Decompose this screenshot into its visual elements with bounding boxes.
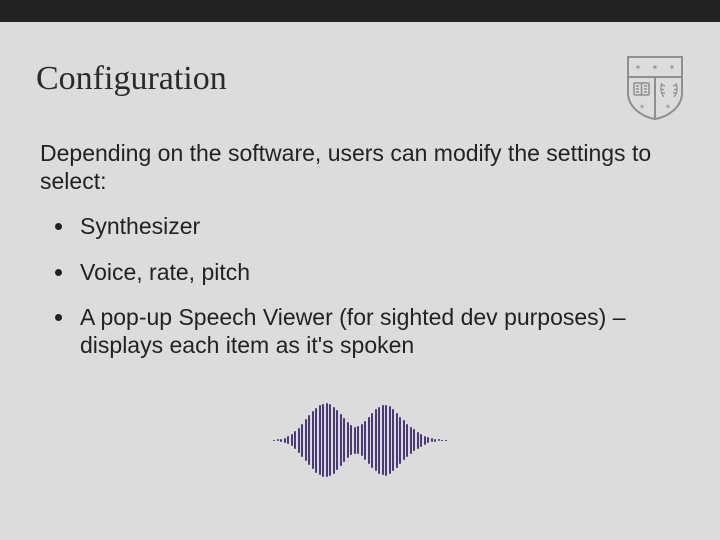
svg-text:✶: ✶ xyxy=(639,103,645,111)
svg-text:✶: ✶ xyxy=(652,63,659,72)
waveform-bar xyxy=(312,411,314,469)
waveform-bar xyxy=(410,427,412,454)
slide-title: Configuration xyxy=(36,60,227,98)
waveform-bar xyxy=(294,431,296,449)
waveform-bar xyxy=(427,437,429,443)
bullet-item: Synthesizer xyxy=(76,213,660,241)
waveform-bar xyxy=(364,421,366,460)
waveform-bar xyxy=(333,407,335,474)
waveform-bar xyxy=(368,417,370,464)
waveform-bar xyxy=(424,436,426,445)
top-accent-bar xyxy=(0,0,720,22)
waveform-bar xyxy=(354,427,356,454)
waveform-bar xyxy=(329,404,331,476)
waveform-bar xyxy=(438,439,440,441)
waveform-bar xyxy=(441,440,443,441)
waveform-bar xyxy=(315,408,317,473)
waveform-icon xyxy=(273,400,447,480)
waveform-bar xyxy=(417,432,419,449)
svg-text:✶: ✶ xyxy=(635,63,642,72)
shield-logo-icon: ✶ ✶ ✶ ✶ ✶ xyxy=(626,55,684,121)
waveform-bar xyxy=(319,405,321,475)
waveform-bar xyxy=(357,426,359,454)
waveform-bar xyxy=(382,405,384,475)
waveform-bar xyxy=(389,406,391,474)
waveform-bar xyxy=(420,434,422,447)
waveform-bar xyxy=(291,434,293,446)
waveform-bar xyxy=(403,420,405,460)
svg-text:✶: ✶ xyxy=(665,103,671,111)
svg-text:✶: ✶ xyxy=(669,63,676,72)
waveform-bar xyxy=(322,404,324,477)
waveform-bar xyxy=(350,425,352,455)
waveform-bar xyxy=(392,409,394,471)
waveform-bar xyxy=(399,417,401,464)
waveform-bar xyxy=(343,418,345,462)
slide: Configuration ✶ ✶ ✶ xyxy=(0,0,720,540)
waveform-bar xyxy=(277,439,279,441)
waveform-bar xyxy=(340,414,342,466)
waveform-bar xyxy=(287,436,289,444)
waveform-bar xyxy=(308,415,310,465)
waveform-bar xyxy=(273,440,275,441)
waveform-bar xyxy=(385,405,387,476)
bullet-item: Voice, rate, pitch xyxy=(76,259,660,287)
waveform-bar xyxy=(434,439,436,442)
waveform-bar xyxy=(361,424,363,456)
waveform-bar xyxy=(301,424,303,457)
waveform-bar xyxy=(284,438,286,443)
waveform-bar xyxy=(347,422,349,458)
waveform-bar xyxy=(371,413,373,468)
intro-text: Depending on the software, users can mod… xyxy=(40,140,660,195)
bullet-item: A pop-up Speech Viewer (for sighted dev … xyxy=(76,304,660,359)
slide-body: Depending on the software, users can mod… xyxy=(40,140,660,378)
waveform-bar xyxy=(298,428,300,453)
waveform-bar xyxy=(378,407,380,474)
waveform-bar xyxy=(396,413,398,468)
waveform-bar xyxy=(375,409,377,471)
waveform-bar xyxy=(431,438,433,442)
waveform-bar xyxy=(445,440,447,441)
waveform-bar xyxy=(413,429,415,451)
waveform-bar xyxy=(305,419,307,461)
bullet-list: Synthesizer Voice, rate, pitch A pop-up … xyxy=(40,213,660,359)
waveform-container xyxy=(0,400,720,480)
waveform-bar xyxy=(336,410,338,470)
waveform-bar xyxy=(406,424,408,457)
waveform-bar xyxy=(280,439,282,442)
waveform-bar xyxy=(326,403,328,477)
